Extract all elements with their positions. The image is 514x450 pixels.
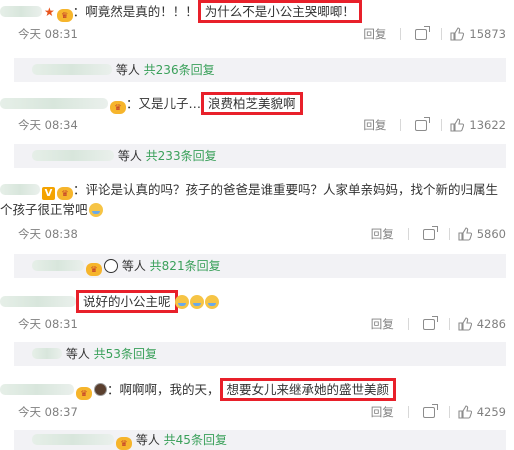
comment-actions: 回复 15873: [363, 25, 506, 42]
avatar-badge-icon: [94, 383, 107, 396]
verified-v-badge-icon: V: [42, 187, 55, 200]
comment-time: 今天 08:38: [18, 227, 78, 241]
blurred-username[interactable]: [0, 98, 108, 109]
fan-level-badge-icon: ♛: [56, 9, 73, 22]
reply-prefix: 等人: [65, 347, 90, 361]
reply-prefix: 等人: [117, 149, 142, 163]
blurred-username[interactable]: [0, 184, 40, 195]
view-replies-link[interactable]: 共45条回复: [164, 433, 227, 447]
reply-button[interactable]: 回复: [371, 404, 394, 420]
thumbs-up-icon[interactable]: [458, 317, 472, 331]
share-icon[interactable]: [422, 315, 438, 330]
blurred-username[interactable]: [0, 6, 42, 17]
divider: [400, 119, 402, 131]
divider: [407, 228, 409, 240]
comment-actions: 回复 5860: [371, 225, 506, 242]
like-count: 15873: [469, 27, 506, 41]
divider: [448, 228, 450, 240]
like-count: 13622: [469, 118, 506, 132]
view-replies-link[interactable]: 共236条回复: [144, 63, 215, 77]
comment-body: ：啊竟然是真的！！！: [72, 4, 198, 19]
comment-time: 今天 08:31: [18, 317, 78, 331]
divider: [441, 28, 443, 40]
comment-actions: 回复 4259: [371, 403, 506, 420]
divider: [448, 406, 450, 418]
highlighted-comment-text: 说好的小公主呢: [76, 290, 178, 313]
comment-time: 今天 08:37: [18, 405, 78, 419]
highlighted-comment-text: 为什么不是小公主哭唧唧！: [197, 0, 362, 23]
like-count: 5860: [476, 227, 506, 241]
smile-emoji-icon: [88, 203, 103, 217]
divider: [441, 119, 443, 131]
comment-text-row: V ♛ ：评论是认真的吗？孩子的爸爸是谁重要吗？人家单亲妈妈，找个新的归属生个孩子很…: [0, 180, 505, 219]
panda-emoji-icon: [104, 259, 118, 273]
highlighted-comment-text: 想要女儿来继承她的盛世美颜: [219, 378, 397, 401]
share-icon[interactable]: [415, 116, 431, 131]
reply-prefix: 等人: [135, 433, 160, 447]
divider: [448, 318, 450, 330]
blurred-username: [32, 348, 62, 359]
reply-button[interactable]: 回复: [363, 26, 386, 42]
fan-level-badge-icon: ♛: [116, 437, 132, 450]
reply-button[interactable]: 回复: [363, 117, 386, 133]
reply-summary-bar[interactable]: 等人 共236条回复: [14, 58, 506, 82]
like-count: 4286: [476, 317, 506, 331]
fan-level-badge-icon: ♛: [110, 101, 126, 114]
highlighted-comment-text: 浪费柏芝美貌啊: [201, 92, 303, 115]
fan-level-badge-icon: ♛: [86, 263, 102, 276]
fan-level-badge-icon: ♛: [76, 387, 92, 400]
comment-time: 今天 08:31: [18, 27, 78, 41]
view-replies-link[interactable]: 共233条回复: [146, 149, 217, 163]
thumbs-up-icon[interactable]: [450, 118, 465, 132]
reply-summary-bar[interactable]: 等人 共53条回复: [14, 342, 506, 366]
fan-level-badge-icon: ♛: [57, 187, 73, 200]
share-icon[interactable]: [422, 403, 438, 418]
blurred-username: [32, 260, 84, 271]
reply-button[interactable]: 回复: [371, 226, 394, 242]
star-badge-icon: ★: [44, 5, 55, 19]
share-icon[interactable]: [415, 25, 431, 40]
view-replies-link[interactable]: 共821条回复: [150, 259, 221, 273]
comment-text-row: ★ ♛ ：啊竟然是真的！！！ 为什么不是小公主哭唧唧！: [0, 0, 506, 23]
blurred-username: [32, 150, 114, 161]
reply-summary-bar[interactable]: ♛ 等人 共45条回复: [14, 430, 506, 450]
blurred-username[interactable]: [0, 296, 76, 307]
divider: [407, 318, 409, 330]
smile-emoji-icon: [174, 295, 189, 309]
reply-summary-bar[interactable]: 等人 共233条回复: [14, 144, 506, 168]
thumbs-up-icon[interactable]: [450, 27, 465, 41]
blurred-username: [32, 434, 114, 445]
comment-body: ：又是儿子…: [126, 96, 202, 111]
comment-text-row: 说好的小公主呢: [0, 290, 506, 313]
reply-prefix: 等人: [121, 259, 146, 273]
reply-prefix: 等人: [115, 63, 140, 77]
blurred-username: [32, 64, 112, 75]
smile-emoji-icon: [189, 295, 204, 309]
comment-actions: 回复 13622: [363, 116, 506, 133]
thumbs-up-icon[interactable]: [458, 405, 472, 419]
blurred-username[interactable]: [0, 384, 74, 395]
comment-text-row: ♛ ：又是儿子… 浪费柏芝美貌啊: [0, 92, 506, 115]
view-replies-link[interactable]: 共53条回复: [94, 347, 157, 361]
reply-summary-bar[interactable]: ♛ 等人 共821条回复: [14, 254, 506, 278]
thumbs-up-icon[interactable]: [458, 227, 472, 241]
divider: [400, 28, 402, 40]
comment-body: ：评论是认真的吗？孩子的爸爸是谁重要吗？人家单亲妈妈，找个新的归属生个孩子很正常…: [0, 182, 499, 217]
like-count: 4259: [476, 405, 506, 419]
comment-body: ：啊啊啊，我的天，: [107, 382, 220, 397]
share-icon[interactable]: [422, 225, 438, 240]
comment-text-row: ♛ ：啊啊啊，我的天， 想要女儿来继承她的盛世美颜: [0, 378, 506, 401]
smile-emoji-icon: [204, 295, 219, 309]
reply-button[interactable]: 回复: [371, 316, 394, 332]
comment-actions: 回复 4286: [371, 315, 506, 332]
divider: [407, 406, 409, 418]
comment-time: 今天 08:34: [18, 118, 78, 132]
